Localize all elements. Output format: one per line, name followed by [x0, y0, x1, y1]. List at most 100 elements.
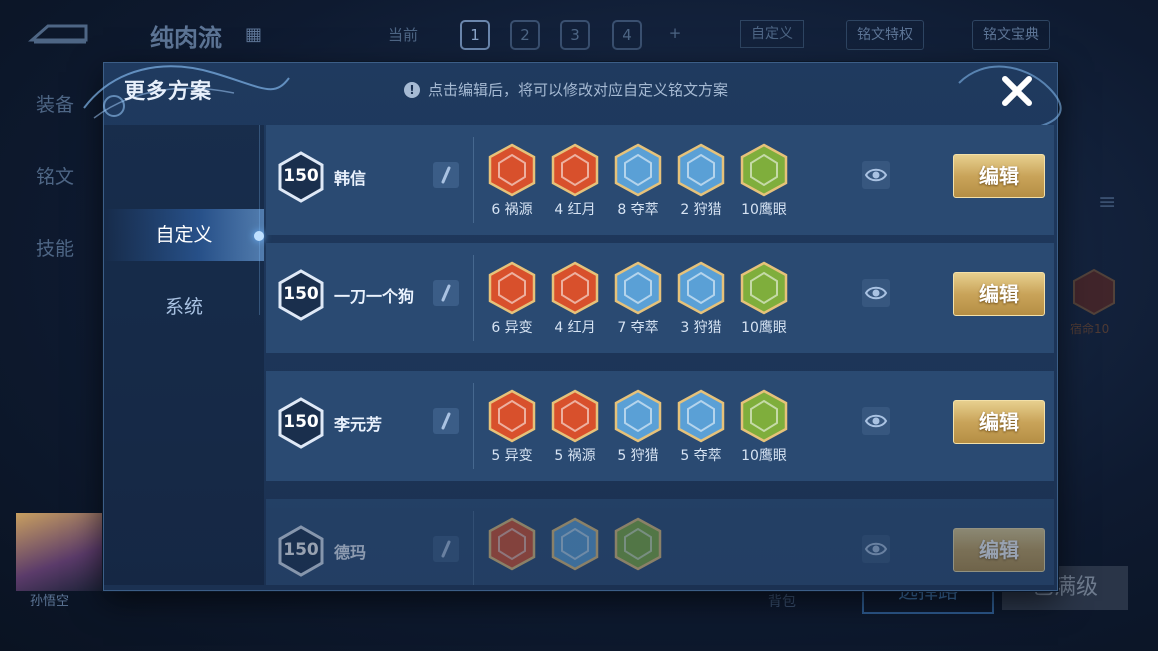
- codex-button[interactable]: 铭文宝典: [972, 20, 1050, 50]
- slot-4[interactable]: 4: [612, 20, 642, 50]
- preview-button[interactable]: [862, 535, 890, 563]
- rune-slot[interactable]: 3 狩猎: [675, 261, 727, 341]
- rune-slot[interactable]: 4 红月: [549, 143, 601, 223]
- level-number: 150: [283, 412, 319, 432]
- rune-slot[interactable]: 7 夺萃: [612, 261, 664, 341]
- rune-label: 6 异变: [491, 320, 533, 336]
- rune-icon: [488, 389, 536, 443]
- back-arrow-icon[interactable]: [28, 18, 90, 48]
- edit-button[interactable]: 编辑: [953, 272, 1045, 316]
- rune-slot[interactable]: 10鹰眼: [738, 261, 790, 341]
- rune-slot[interactable]: 5 异变: [486, 389, 538, 469]
- privilege-button[interactable]: 铭文特权: [846, 20, 924, 50]
- plan-name: 韩信: [334, 169, 367, 188]
- side-item-skills[interactable]: 技能: [36, 234, 74, 261]
- plan-row: 150 李元芳 5 异变 5 祸源 5 狩猎 5 夺萃 10鹰眼 编辑: [266, 371, 1054, 481]
- close-icon[interactable]: [997, 71, 1037, 111]
- eye-icon: [864, 414, 888, 428]
- rune-icon: [488, 517, 536, 571]
- rune-label: 宿命10: [1070, 322, 1110, 336]
- rune-slot[interactable]: 10鹰眼: [738, 143, 790, 223]
- custom-button[interactable]: 自定义: [740, 20, 804, 48]
- eye-icon: [864, 286, 888, 300]
- rune-slot[interactable]: 6 异变: [486, 261, 538, 341]
- preview-button[interactable]: [862, 161, 890, 189]
- slot-3[interactable]: 3: [560, 20, 590, 50]
- rune-label: 5 祸源: [554, 448, 596, 464]
- rune-icon: [740, 143, 788, 197]
- edit-button[interactable]: 编辑: [953, 154, 1045, 198]
- rune-label: 10鹰眼: [741, 320, 787, 336]
- level-badge: 150: [278, 269, 324, 321]
- rune-label: 10鹰眼: [741, 202, 787, 218]
- preview-button[interactable]: [862, 279, 890, 307]
- rune-icon: [677, 143, 725, 197]
- hero-avatar[interactable]: [16, 513, 102, 591]
- pencil-icon: [441, 540, 451, 558]
- rune-icon: [1073, 268, 1115, 316]
- rune-slot[interactable]: 5 狩猎: [612, 389, 664, 469]
- plan-row: 150 一刀一个狗 6 异变 4 红月 7 夺萃 3 狩猎 10鹰眼 编辑: [266, 243, 1054, 353]
- plan-name: 一刀一个狗: [334, 287, 415, 306]
- rune-icon: [551, 517, 599, 571]
- info-icon: !: [404, 81, 420, 98]
- pencil-icon: [441, 166, 451, 184]
- rune-label: 5 异变: [491, 448, 533, 464]
- rune-label: 2 狩猎: [680, 202, 722, 218]
- hint: ! 点击编辑后，将可以修改对应自定义铭文方案: [404, 79, 728, 100]
- rune-label: 5 夺萃: [680, 448, 722, 464]
- rename-button[interactable]: [433, 280, 459, 306]
- plan-row: 150 韩信 6 祸源 4 红月 8 夺萃 2 狩猎 10鹰眼 编辑: [266, 125, 1054, 235]
- divider: [473, 137, 474, 223]
- pencil-icon: [441, 412, 451, 430]
- more-plans-modal: 更多方案 ! 点击编辑后，将可以修改对应自定义铭文方案 自定义 系统 150 韩信…: [83, 62, 1062, 591]
- rune-icon: [677, 261, 725, 315]
- rune-label: 8 夺萃: [617, 202, 659, 218]
- plan-list: 150 韩信 6 祸源 4 红月 8 夺萃 2 狩猎 10鹰眼 编辑 150 一刀一个狗 6 异变 4…: [266, 125, 1054, 585]
- rune-slot[interactable]: 6 祸源: [486, 143, 538, 223]
- divider: [473, 511, 474, 585]
- modal-title: 更多方案: [124, 79, 212, 103]
- tab-custom-label: 自定义: [155, 224, 213, 246]
- tab-custom[interactable]: 自定义: [104, 209, 264, 261]
- grid-icon[interactable]: ▦: [245, 24, 265, 45]
- rune-icon: [551, 143, 599, 197]
- modal-header: 更多方案 ! 点击编辑后，将可以修改对应自定义铭文方案: [83, 63, 1062, 129]
- rune-slot[interactable]: 5 祸源: [549, 389, 601, 469]
- slot-1[interactable]: 1: [460, 20, 490, 50]
- eye-icon: [864, 542, 888, 556]
- eye-icon: [864, 168, 888, 182]
- tab-system[interactable]: 系统: [104, 281, 264, 333]
- rune-slot[interactable]: 10鹰眼: [738, 389, 790, 469]
- tab-system-label: 系统: [164, 296, 203, 318]
- rune-slot[interactable]: 8 夺萃: [612, 143, 664, 223]
- rename-button[interactable]: [433, 536, 459, 562]
- rune-slot[interactable]: 2 狩猎: [675, 143, 727, 223]
- side-item-equipment[interactable]: 装备: [36, 90, 74, 117]
- level-number: 150: [283, 284, 319, 304]
- menu-icon[interactable]: ≡: [1098, 190, 1124, 216]
- current-label: 当前: [388, 26, 419, 44]
- divider: [473, 383, 474, 469]
- level-badge: 150: [278, 151, 324, 203]
- rune-icon: [614, 517, 662, 571]
- plan-row: 150 德玛 编辑: [266, 499, 1054, 585]
- side-item-runes[interactable]: 铭文: [36, 162, 74, 189]
- rune-slot[interactable]: 4 红月: [549, 261, 601, 341]
- slot-2[interactable]: 2: [510, 20, 540, 50]
- rune-slot[interactable]: 5 夺萃: [675, 389, 727, 469]
- edit-button[interactable]: 编辑: [953, 528, 1045, 572]
- rune-icon: [614, 389, 662, 443]
- plan-tabs: 自定义 系统: [104, 125, 264, 585]
- hero-avatar-name: 孙悟空: [30, 594, 70, 609]
- edit-button[interactable]: 编辑: [953, 400, 1045, 444]
- rename-button[interactable]: [433, 408, 459, 434]
- preview-button[interactable]: [862, 407, 890, 435]
- rename-button[interactable]: [433, 162, 459, 188]
- rune-icon: [551, 261, 599, 315]
- rune-slot[interactable]: [486, 517, 538, 585]
- rune-slot[interactable]: [612, 517, 664, 585]
- rune-slot[interactable]: [549, 517, 601, 585]
- hint-text: 点击编辑后，将可以修改对应自定义铭文方案: [428, 81, 729, 99]
- add-slot-button[interactable]: +: [662, 20, 688, 46]
